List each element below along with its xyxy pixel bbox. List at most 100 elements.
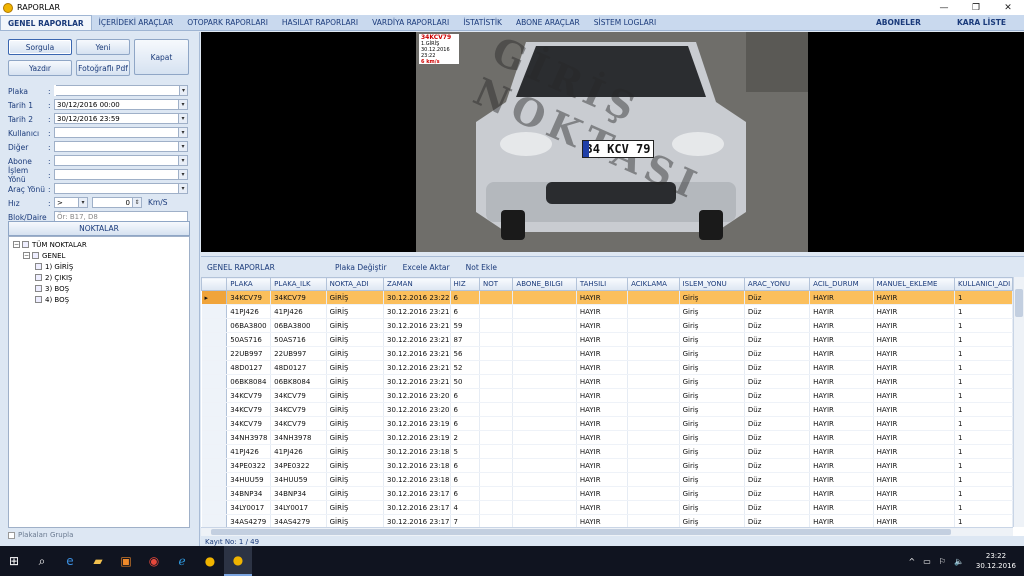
tree-node-group[interactable]: − GENEL — [13, 250, 185, 261]
table-cell[interactable]: 30.12.2016 23:21 — [383, 318, 451, 333]
table-cell[interactable] — [479, 514, 514, 527]
maximize-button[interactable]: ❐ — [960, 0, 992, 15]
checkbox-icon[interactable] — [8, 531, 15, 539]
ie-icon[interactable]: ℯ — [168, 546, 196, 576]
menu-vardiya-raporlari[interactable]: VARDİYA RAPORLARI — [365, 15, 456, 30]
table-cell[interactable]: Düz — [744, 402, 811, 417]
volume-icon[interactable]: 🔈 — [950, 557, 968, 566]
table-cell[interactable]: 34KCV79 — [270, 388, 327, 403]
table-cell[interactable]: HAYIR — [576, 514, 629, 527]
table-cell[interactable]: HAYIR — [576, 444, 629, 459]
row-header[interactable] — [201, 318, 228, 333]
table-cell[interactable]: HAYIR — [873, 290, 955, 305]
sorgula-button[interactable]: Sorgula — [8, 39, 72, 55]
table-cell[interactable]: GİRİŞ — [326, 374, 385, 389]
table-cell[interactable]: 1 — [954, 514, 1013, 527]
column-header[interactable]: NOKTA_ADI — [325, 277, 385, 291]
table-cell[interactable]: Giriş — [679, 430, 745, 445]
table-cell[interactable]: 30.12.2016 23:21 — [383, 360, 451, 375]
checkbox-icon[interactable] — [22, 241, 29, 248]
table-cell[interactable] — [512, 360, 577, 375]
table-cell[interactable]: GİRİŞ — [326, 318, 385, 333]
table-cell[interactable]: Giriş — [679, 374, 745, 389]
table-cell[interactable]: 41PJ426 — [226, 304, 272, 319]
menu-otopark-raporlari[interactable]: OTOPARK RAPORLARI — [180, 15, 275, 30]
table-cell[interactable]: 30.12.2016 23:21 — [383, 332, 451, 347]
table-cell[interactable]: HAYIR — [576, 290, 629, 305]
vehicle-photo[interactable]: GİRİŞ NOKTASI 34 KCV 79 34KCV79 1.GİRİŞ … — [416, 32, 808, 252]
table-cell[interactable]: HAYIR — [809, 388, 874, 403]
table-row[interactable]: 50AS716 50AS716 GİRİŞ 30.12.2016 23:21 87 HAY… — [201, 332, 1013, 347]
table-cell[interactable] — [479, 444, 514, 459]
table-cell[interactable] — [479, 500, 514, 515]
tarih1-input[interactable]: 30/12/2016 00:00 ▾ — [54, 99, 188, 110]
hiz-value-stepper[interactable]: 0 ⇕ — [92, 197, 142, 208]
table-cell[interactable]: Giriş — [679, 514, 745, 527]
column-header[interactable]: PLAKA_ILK — [270, 277, 327, 291]
table-cell[interactable]: Düz — [744, 374, 811, 389]
table-cell[interactable]: 52 — [450, 360, 480, 375]
table-cell[interactable]: HAYIR — [576, 472, 629, 487]
row-header[interactable] — [201, 304, 228, 319]
table-cell[interactable]: 1 — [954, 346, 1013, 361]
table-cell[interactable]: HAYIR — [576, 486, 629, 501]
table-cell[interactable]: GİRİŞ — [326, 290, 385, 305]
table-cell[interactable]: HAYIR — [873, 360, 955, 375]
horizontal-scrollbar[interactable] — [201, 527, 1013, 536]
row-header[interactable] — [201, 346, 228, 361]
table-cell[interactable]: 06BA3800 — [270, 318, 327, 333]
table-cell[interactable]: HAYIR — [576, 388, 629, 403]
table-cell[interactable] — [627, 514, 680, 527]
file-explorer-icon[interactable]: ▰ — [84, 546, 112, 576]
table-cell[interactable]: 48D0127 — [226, 360, 272, 375]
table-cell[interactable]: 56 — [450, 346, 480, 361]
table-row[interactable]: 48D0127 48D0127 GİRİŞ 30.12.2016 23:21 52 HAY… — [201, 360, 1013, 375]
tarih2-dropdown-icon[interactable]: ▾ — [178, 114, 187, 123]
table-cell[interactable]: 48D0127 — [270, 360, 327, 375]
table-cell[interactable]: GİRİŞ — [326, 360, 385, 375]
table-cell[interactable]: HAYIR — [809, 486, 874, 501]
table-cell[interactable] — [512, 304, 577, 319]
plaka-input[interactable] — [54, 85, 188, 96]
table-cell[interactable]: Giriş — [679, 388, 745, 403]
table-cell[interactable]: Düz — [744, 304, 811, 319]
row-header[interactable] — [201, 416, 228, 431]
table-cell[interactable]: HAYIR — [873, 374, 955, 389]
row-header[interactable] — [201, 500, 228, 515]
table-cell[interactable]: GİRİŞ — [326, 388, 385, 403]
table-cell[interactable]: 30.12.2016 23:19 — [383, 416, 451, 431]
arac-yonu-select[interactable]: ▾ — [54, 183, 188, 194]
table-cell[interactable]: 30.12.2016 23:18 — [383, 472, 451, 487]
table-cell[interactable]: GİRİŞ — [326, 304, 385, 319]
abone-select[interactable]: ▾ — [54, 155, 188, 166]
table-cell[interactable]: 6 — [450, 458, 480, 473]
scroll-thumb[interactable] — [211, 529, 951, 535]
table-cell[interactable]: HAYIR — [576, 360, 629, 375]
table-cell[interactable] — [627, 416, 680, 431]
collapse-icon[interactable]: − — [23, 252, 30, 259]
table-cell[interactable]: HAYIR — [809, 374, 874, 389]
table-cell[interactable]: 34AS4279 — [226, 514, 272, 527]
row-header[interactable] — [201, 486, 228, 501]
table-row[interactable]: 34AS4279 34AS4279 GİRİŞ 30.12.2016 23:17 7 HA… — [201, 514, 1013, 527]
table-cell[interactable]: 41PJ426 — [270, 444, 327, 459]
row-header[interactable] — [201, 472, 228, 487]
table-cell[interactable]: 06BK8084 — [226, 374, 272, 389]
tree-node-root[interactable]: − TÜM NOKTALAR — [13, 239, 185, 250]
table-cell[interactable] — [627, 472, 680, 487]
network-icon[interactable]: ⚐ — [935, 557, 950, 566]
table-cell[interactable]: Giriş — [679, 346, 745, 361]
column-header[interactable]: MANUEL_EKLEME — [872, 277, 955, 291]
table-cell[interactable]: 22UB997 — [226, 346, 272, 361]
column-header[interactable]: ISLEM_YONU — [678, 277, 745, 291]
table-cell[interactable] — [627, 486, 680, 501]
row-header[interactable] — [201, 430, 228, 445]
table-cell[interactable] — [479, 458, 514, 473]
table-cell[interactable]: HAYIR — [576, 402, 629, 417]
table-cell[interactable]: Giriş — [679, 360, 745, 375]
table-cell[interactable]: HAYIR — [809, 290, 874, 305]
minimize-button[interactable]: — — [928, 0, 960, 15]
table-cell[interactable]: 6 — [450, 472, 480, 487]
search-icon[interactable]: ⌕ — [28, 546, 56, 576]
scroll-thumb[interactable] — [1015, 289, 1023, 317]
